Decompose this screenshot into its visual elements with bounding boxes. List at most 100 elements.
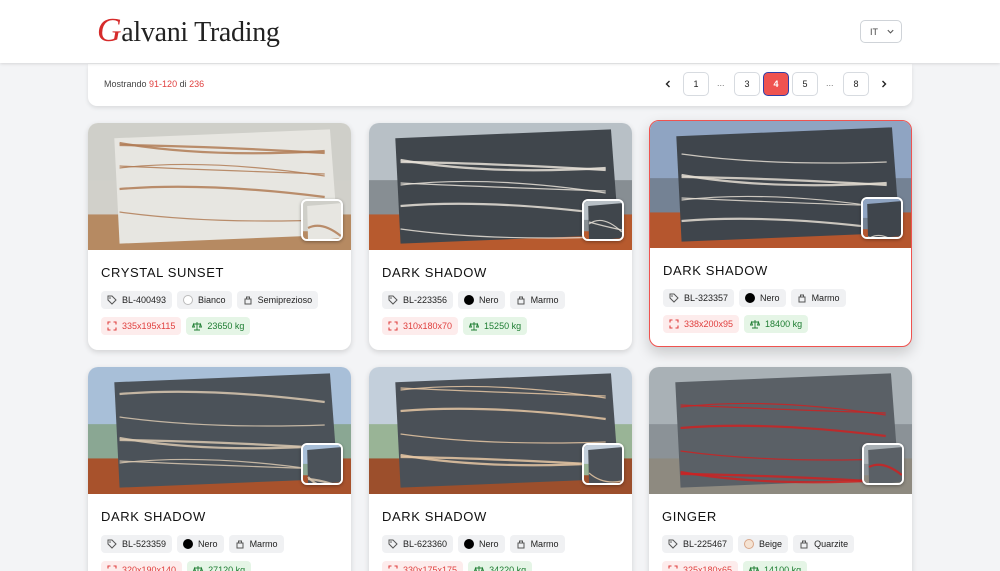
type-chip: Quarzite <box>793 535 855 553</box>
pagination-ellipsis: ... <box>826 78 834 88</box>
block-type: Semiprezioso <box>257 295 313 305</box>
logo-initial: G <box>97 12 122 49</box>
category-icon <box>517 296 525 305</box>
block-measurements: 320x190x140 27120 kg <box>101 561 252 571</box>
color-swatch <box>464 295 475 305</box>
dimensions-icon <box>388 321 398 331</box>
color-swatch <box>183 295 194 305</box>
block-code: BL-623360 <box>403 539 448 549</box>
product-card[interactable]: DARK SHADOW BL-523359 Nero Marmo 320x190… <box>88 367 351 571</box>
block-attributes: BL-523359 Nero Marmo <box>101 535 284 553</box>
dimensions-chip: 310x180x70 <box>382 317 459 335</box>
weight-chip: 23650 kg <box>186 317 251 335</box>
page-button-8[interactable]: 8 <box>843 72 869 96</box>
block-weight: 18400 kg <box>765 319 803 329</box>
weight-chip: 27120 kg <box>187 561 252 571</box>
product-card[interactable]: GINGER BL-225467 Beige Quarzite 325x180x… <box>649 367 912 571</box>
block-attributes: BL-400493 Bianco Semiprezioso <box>101 291 319 309</box>
color-swatch <box>464 539 475 549</box>
block-thumbnail[interactable] <box>301 199 343 241</box>
dimensions-chip: 325x180x65 <box>662 561 739 571</box>
block-name: DARK SHADOW <box>382 265 487 280</box>
block-name: DARK SHADOW <box>663 263 768 278</box>
weight-icon <box>750 320 761 329</box>
category-icon <box>517 540 525 549</box>
chevron-right-icon <box>882 80 887 88</box>
block-color: Nero <box>479 295 499 305</box>
site-header: Galvani Trading IT <box>0 0 1000 63</box>
dimensions-icon <box>107 565 117 569</box>
weight-icon <box>193 566 204 571</box>
code-chip: BL-223356 <box>382 291 454 309</box>
block-type: Marmo <box>811 293 840 303</box>
prev-page-button[interactable] <box>658 72 678 96</box>
block-attributes: BL-225467 Beige Quarzite <box>662 535 855 553</box>
block-color: Nero <box>198 539 218 549</box>
block-color: Nero <box>760 293 780 303</box>
block-weight: 34220 kg <box>489 565 527 571</box>
block-color: Beige <box>759 539 783 549</box>
block-thumbnail[interactable] <box>582 443 624 485</box>
block-code: BL-400493 <box>122 295 167 305</box>
weight-chip: 18400 kg <box>744 315 809 333</box>
next-page-button[interactable] <box>874 72 894 96</box>
block-code: BL-523359 <box>122 539 167 549</box>
block-name: DARK SHADOW <box>382 509 487 524</box>
weight-icon <box>469 322 480 331</box>
dimensions-chip: 335x195x115 <box>101 317 182 335</box>
dimensions-icon <box>388 565 398 569</box>
block-attributes: BL-223356 Nero Marmo <box>382 291 565 309</box>
dimensions-icon <box>669 319 679 329</box>
color-swatch <box>183 539 194 549</box>
tag-icon <box>668 539 678 549</box>
of-label: di <box>179 79 187 89</box>
chevron-down-icon <box>887 29 894 34</box>
product-card[interactable]: DARK SHADOW BL-323357 Nero Marmo 338x200… <box>649 120 912 347</box>
block-type: Marmo <box>249 539 278 549</box>
color-chip: Nero <box>458 291 505 309</box>
language-select[interactable]: IT <box>860 20 902 43</box>
results-total: 236 <box>189 79 205 89</box>
block-weight: 14100 kg <box>764 565 802 571</box>
block-thumbnail[interactable] <box>301 443 343 485</box>
page-button-5[interactable]: 5 <box>792 72 818 96</box>
dimensions-chip: 320x190x140 <box>101 561 183 571</box>
weight-chip: 14100 kg <box>743 561 808 571</box>
block-type: Marmo <box>530 295 559 305</box>
block-measurements: 338x200x95 18400 kg <box>663 315 809 333</box>
results-count: Mostrando 91-120 di 236 <box>104 79 204 89</box>
weight-chip: 15250 kg <box>463 317 528 335</box>
product-card[interactable]: CRYSTAL SUNSET BL-400493 Bianco Semiprez… <box>88 123 351 350</box>
block-thumbnail[interactable] <box>582 199 624 241</box>
page-button-4-active[interactable]: 4 <box>763 72 789 96</box>
category-icon <box>244 296 252 305</box>
page-button-1[interactable]: 1 <box>683 72 709 96</box>
block-thumbnail[interactable] <box>862 443 904 485</box>
product-card[interactable]: DARK SHADOW BL-623360 Nero Marmo 330x175… <box>369 367 632 571</box>
results-range: 91-120 <box>149 79 178 89</box>
language-value: IT <box>870 26 878 37</box>
color-chip: Nero <box>177 535 224 553</box>
page-button-3[interactable]: 3 <box>734 72 760 96</box>
block-thumbnail[interactable] <box>861 197 903 239</box>
block-type: Quarzite <box>814 539 849 549</box>
block-name: GINGER <box>662 509 717 524</box>
code-chip: BL-323357 <box>663 289 735 307</box>
tag-icon <box>388 295 398 305</box>
block-color: Bianco <box>198 295 226 305</box>
dimensions-icon <box>668 565 678 569</box>
weight-icon <box>474 566 485 571</box>
dimensions-chip: 330x175x175 <box>382 561 464 571</box>
block-attributes: BL-323357 Nero Marmo <box>663 289 846 307</box>
weight-chip: 34220 kg <box>468 561 533 571</box>
tag-icon <box>669 293 679 303</box>
block-measurements: 325x180x65 14100 kg <box>662 561 808 571</box>
tag-icon <box>107 295 117 305</box>
block-measurements: 310x180x70 15250 kg <box>382 317 528 335</box>
tag-icon <box>388 539 398 549</box>
block-weight: 15250 kg <box>484 321 522 331</box>
logo[interactable]: Galvani Trading <box>97 12 280 50</box>
product-card[interactable]: DARK SHADOW BL-223356 Nero Marmo 310x180… <box>369 123 632 350</box>
block-weight: 23650 kg <box>207 321 245 331</box>
weight-icon <box>749 566 760 571</box>
